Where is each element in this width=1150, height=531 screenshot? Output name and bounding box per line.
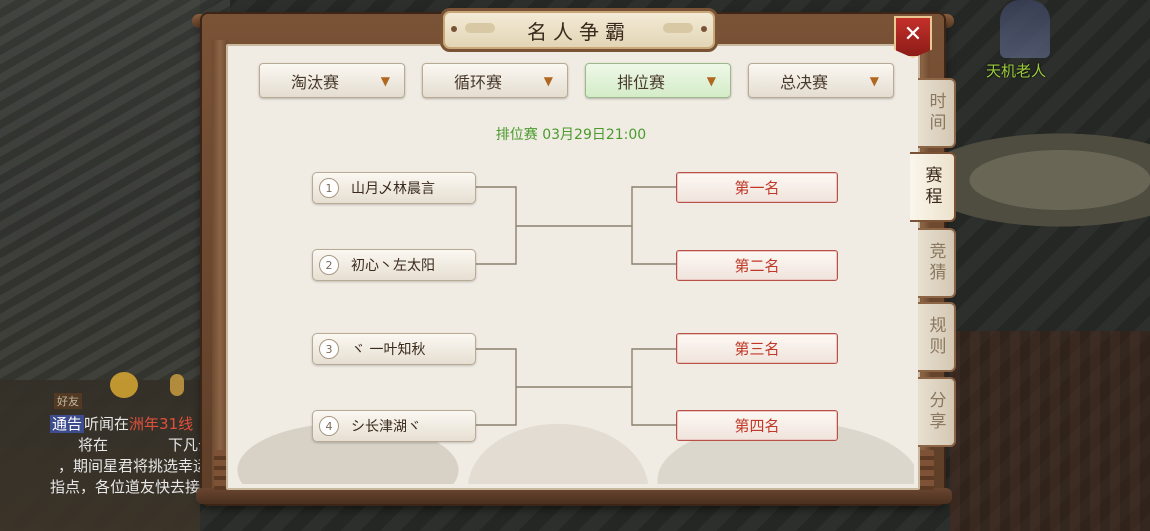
title-ornament-dot — [701, 26, 707, 32]
rank-slot-third[interactable]: 第三名 — [676, 333, 838, 364]
player-name: 山月乄林晨言 — [351, 181, 435, 197]
chat-line-text: 指点，各位道友快去接 — [50, 478, 201, 496]
side-tab-time[interactable]: 时间 — [918, 78, 956, 148]
side-tab-guess[interactable]: 竞猜 — [918, 228, 956, 298]
side-tab-share[interactable]: 分享 — [918, 377, 956, 447]
scene-rooftops — [0, 0, 230, 380]
side-tab-schedule[interactable]: 赛程 — [910, 152, 956, 222]
tab-elimination[interactable]: 淘汰赛 ▼ — [259, 63, 405, 98]
tab-label: 排位赛 — [616, 72, 665, 92]
match-schedule-info: 排位赛 03月29日21:00 — [495, 127, 647, 143]
title-cloud-ornament — [663, 23, 693, 33]
chat-line-highlight: 洲年31线 — [129, 415, 194, 433]
rank-slot-first[interactable]: 第一名 — [676, 172, 838, 203]
tab-finals[interactable]: 总决赛 ▼ — [748, 63, 894, 98]
chat-line-text: 将在 — [78, 436, 109, 454]
tab-label: 循环赛 — [453, 72, 502, 92]
tab-label: 淘汰赛 — [290, 72, 339, 92]
player-slot[interactable]: 2 初心丶左太阳 — [312, 249, 476, 281]
seed-number: 1 — [319, 178, 339, 198]
close-icon: ✕ — [903, 21, 923, 47]
side-tab-label: 竞猜 — [925, 242, 946, 284]
close-button[interactable]: ✕ — [894, 16, 932, 58]
player-slot[interactable]: 3 ヾ 一叶知秋 — [312, 333, 476, 365]
side-tab-label: 分享 — [925, 391, 946, 433]
chevron-down-icon: ▼ — [869, 73, 879, 88]
chat-line: 指点，各位道友快去接 — [50, 477, 200, 498]
chat-line-text: 听闻在 — [84, 415, 130, 433]
panel-title-plate: 名人争霸 — [440, 8, 718, 52]
rank-slot-fourth[interactable]: 第四名 — [676, 410, 838, 441]
chat-line: 将在 下凡云 — [78, 435, 213, 456]
tab-round-robin[interactable]: 循环赛 ▼ — [422, 63, 568, 98]
side-tab-label: 规则 — [925, 316, 946, 358]
chat-line-text: ，期间星君将挑选幸运 — [58, 457, 209, 475]
chevron-down-icon: ▼ — [543, 73, 553, 88]
seed-number: 4 — [319, 416, 339, 436]
chat-line: 通告 听闻在洲年31线 — [50, 414, 193, 435]
tab-label: 总决赛 — [779, 72, 828, 92]
seed-number: 2 — [319, 255, 339, 275]
side-tab-label: 时间 — [925, 92, 946, 134]
player-slot[interactable]: 1 山月乄林晨言 — [312, 172, 476, 204]
player-slot[interactable]: 4 シ长津湖ヾ — [312, 410, 476, 442]
chat-channel-tag: 通告 — [50, 415, 85, 433]
tab-ranking[interactable]: 排位赛 ▼ — [585, 63, 731, 98]
rank-slot-second[interactable]: 第二名 — [676, 250, 838, 281]
side-tab-rules[interactable]: 规则 — [918, 302, 956, 372]
seed-number: 3 — [319, 339, 339, 359]
player-name: 初心丶左太阳 — [351, 258, 435, 274]
npc-figure[interactable] — [1000, 0, 1050, 58]
scene-right-decoration — [950, 331, 1150, 531]
panel-bottom-beam — [196, 488, 952, 504]
player-name: シ长津湖ヾ — [351, 419, 421, 435]
npc-name-label: 天机老人 — [986, 62, 1047, 80]
chat-line: ，期间星君将挑选幸运 — [58, 456, 208, 477]
chevron-down-icon: ▼ — [706, 73, 716, 88]
chevron-down-icon: ▼ — [380, 73, 390, 88]
player-name: ヾ 一叶知秋 — [351, 342, 426, 358]
side-tab-label: 赛程 — [921, 166, 942, 208]
